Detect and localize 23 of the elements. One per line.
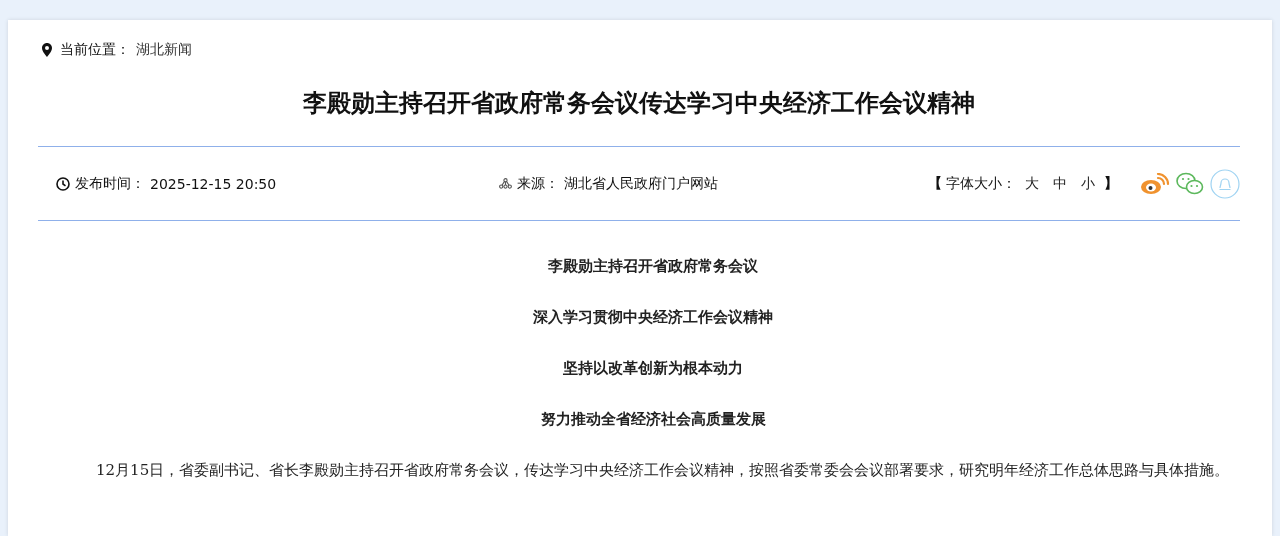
publish-time: 2025-12-15 20:50	[150, 175, 277, 192]
source-name: 湖北省人民政府门户网站	[563, 174, 718, 193]
bracket: 【	[928, 174, 942, 193]
article-title: 李殿勋主持召开省政府常务会议传达学习中央经济工作会议精神	[38, 60, 1240, 147]
wechat-share-icon[interactable]	[1176, 171, 1204, 196]
publish-label: 发布时间：	[75, 174, 145, 193]
subheading: 坚持以改革创新为根本动力	[562, 358, 744, 379]
font-size-link[interactable]: 中	[1053, 174, 1067, 193]
clock-icon	[56, 176, 70, 191]
breadcrumb-link[interactable]: 湖北新闻	[136, 41, 192, 59]
location-pin-icon	[42, 43, 52, 57]
breadcrumb-label: 当前位置：	[60, 41, 130, 59]
subheading: 深入学习贯彻中央经济工作会议精神	[532, 307, 774, 328]
subheading: 努力推动全省经济社会高质量发展	[539, 409, 767, 430]
article-paragraph: 12月15日，省委副书记、省长李殿勋主持召开省政府常务会议，传达学习中央经济工作会议精神，按照省委常委会会议部署要求，研究明年经济工作总体思路与具体措施。	[95, 460, 1231, 481]
font-size-label: 字体大小：	[946, 174, 1016, 193]
network-icon	[498, 178, 512, 189]
source-label: 来源：	[516, 174, 559, 193]
font-size-link[interactable]: 小	[1081, 174, 1095, 193]
font-size-link[interactable]: 大	[1025, 174, 1039, 193]
bracket: 】	[1104, 174, 1118, 193]
weibo-share-icon[interactable]	[1140, 172, 1170, 195]
subheading: 李殿勋主持召开省政府常务会议	[547, 256, 759, 277]
